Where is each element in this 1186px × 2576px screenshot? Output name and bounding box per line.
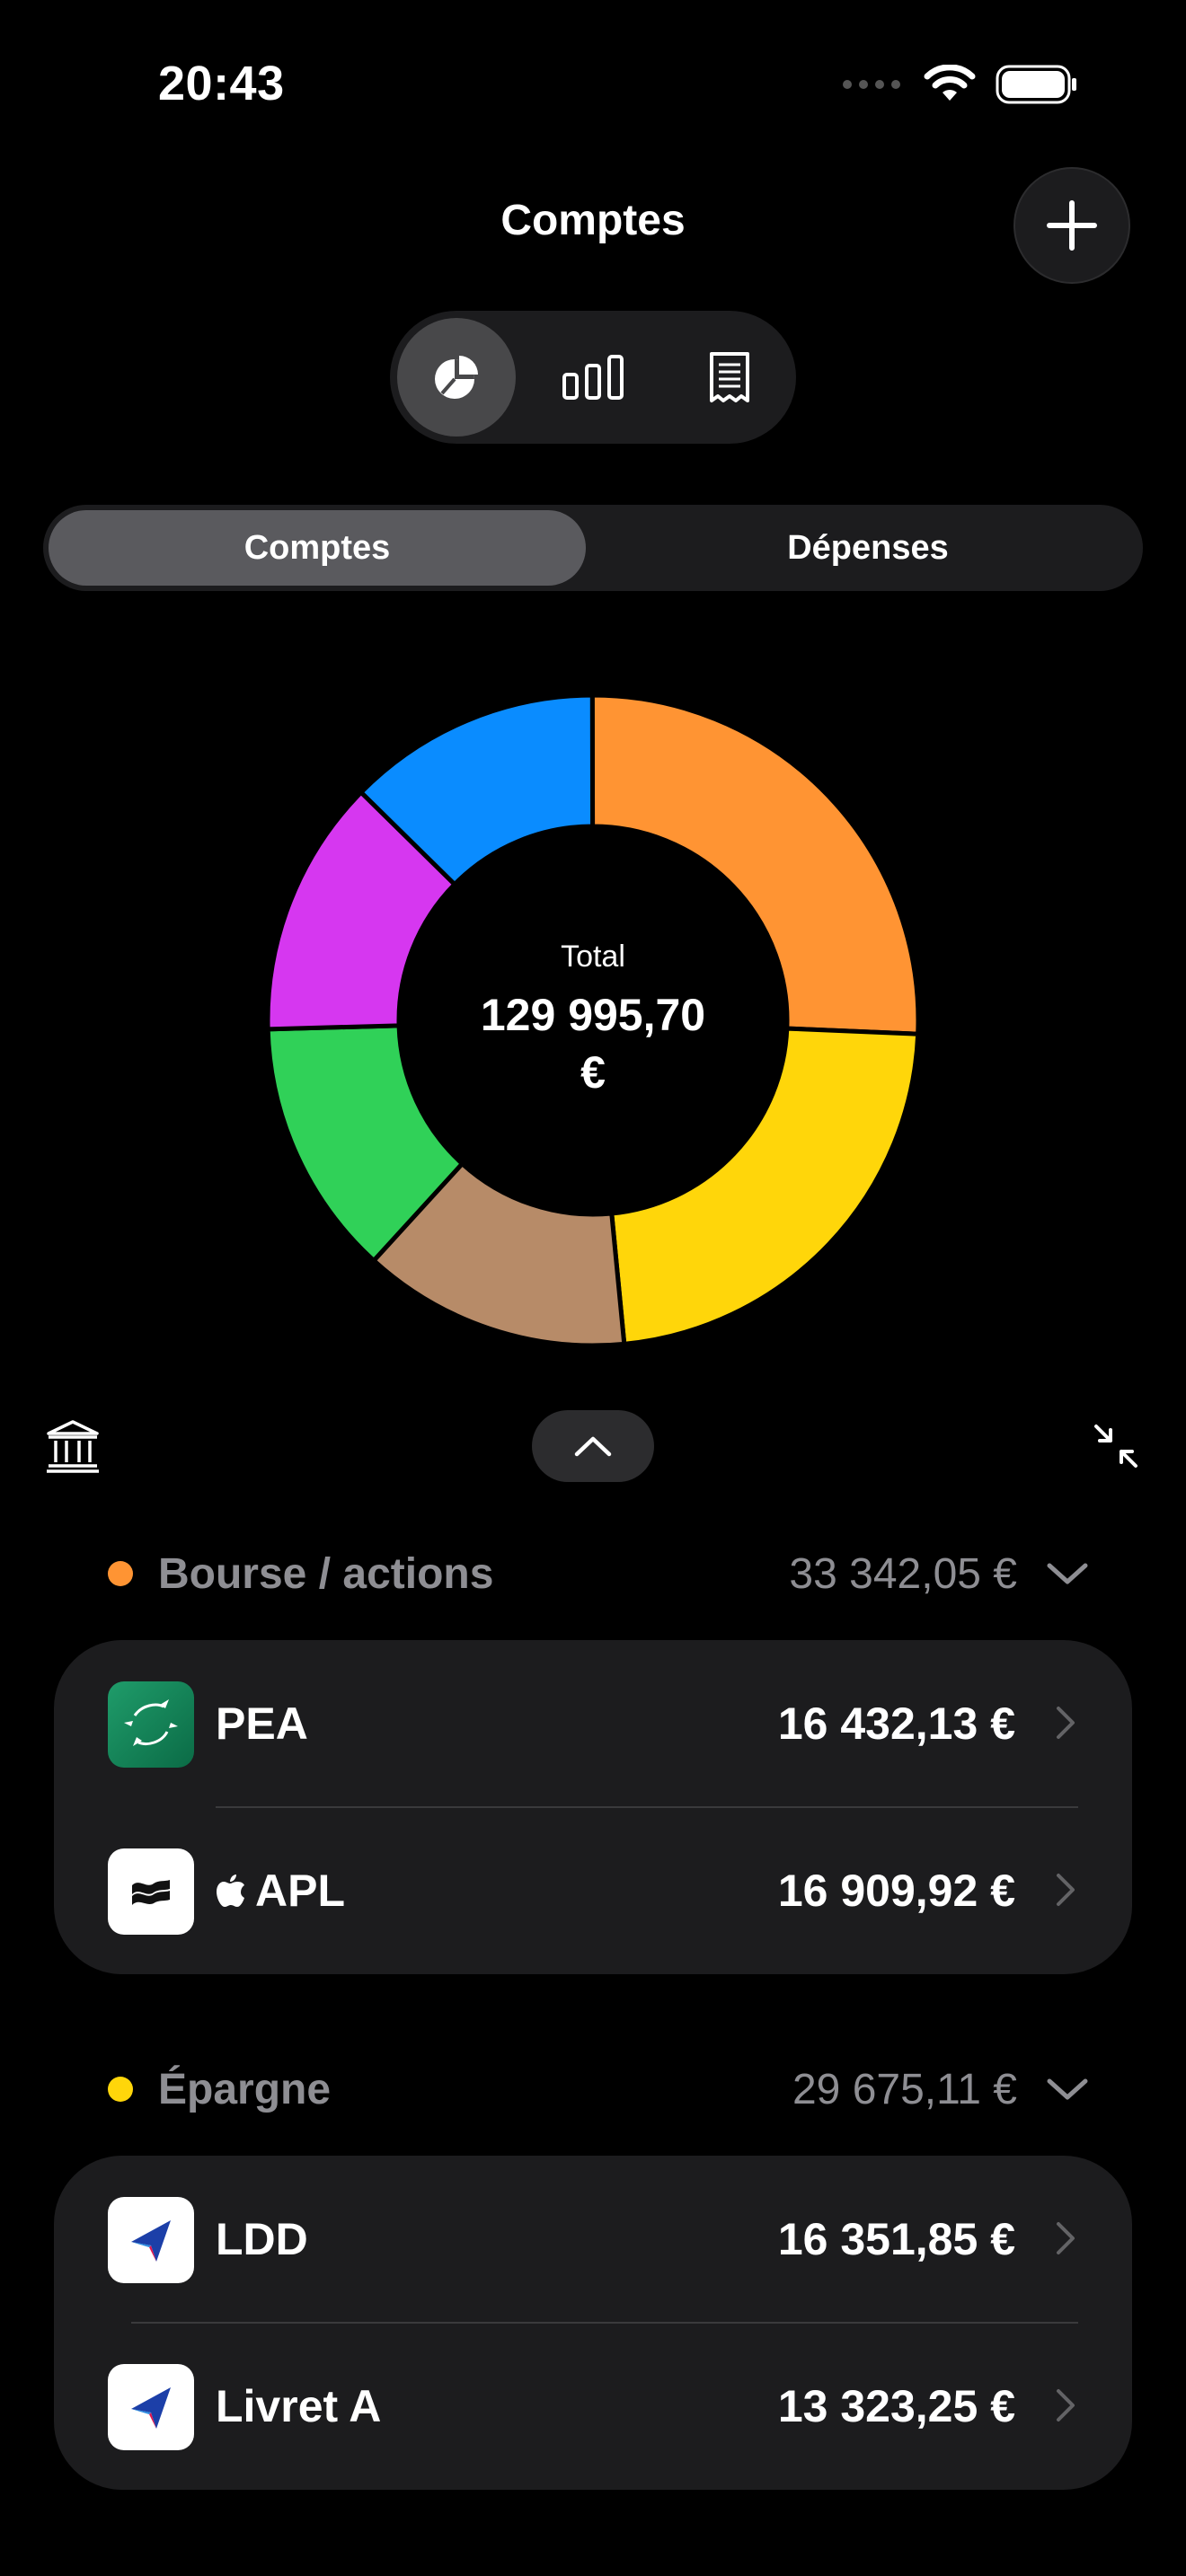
tab-depenses[interactable]: Dépenses (598, 510, 1137, 586)
bank-arrow-logo (108, 2197, 194, 2283)
account-row-ldd[interactable]: LDD 16 351,85 € (54, 2156, 1132, 2323)
group-total: 29 675,11 € (792, 2065, 1017, 2113)
collapse-chart-button[interactable] (532, 1410, 654, 1482)
chevron-down-icon (1047, 2078, 1088, 2100)
chevron-down-icon (1047, 1563, 1088, 1584)
status-time: 20:43 (158, 57, 285, 110)
donut-slice-1[interactable] (589, 693, 920, 1037)
account-name: APL (255, 1866, 345, 1916)
account-name: PEA (216, 1698, 308, 1749)
wifi-icon (924, 65, 976, 101)
bnp-paribas-logo (108, 1681, 194, 1768)
bar-chart-icon (562, 355, 624, 400)
apple-icon (217, 1875, 244, 1907)
collapse-all-icon[interactable] (1093, 1423, 1139, 1474)
account-amount: 13 323,25 € (777, 2381, 1015, 2431)
account-name: Livret A (216, 2381, 382, 2431)
total-label: Total (561, 940, 625, 974)
chevron-right-icon (1057, 1874, 1075, 1906)
broker-logo (108, 1848, 194, 1935)
bank-arrow-logo (108, 2364, 194, 2450)
group-total: 33 342,05 € (789, 1549, 1017, 1598)
account-amount: 16 432,13 € (777, 1698, 1015, 1749)
view-switcher (390, 311, 796, 444)
bank-icon[interactable] (45, 1419, 101, 1479)
total-value: 129 995,70 € (480, 990, 706, 1098)
group-header-epargne[interactable]: Épargne 29 675,11 € (108, 2062, 1089, 2116)
tab-comptes[interactable]: Comptes (49, 510, 586, 586)
battery-icon (996, 65, 1076, 104)
pie-view-button[interactable] (397, 318, 516, 437)
account-name-group: APL (216, 1865, 345, 1917)
page-title: Comptes (500, 197, 686, 244)
plus-icon (1047, 200, 1097, 251)
account-name: LDD (216, 2214, 308, 2264)
pie-chart-icon (435, 356, 478, 399)
account-amount: 16 909,92 € (777, 1866, 1015, 1916)
account-row-livret-a[interactable]: Livret A 13 323,25 € (54, 2323, 1132, 2490)
receipt-icon (710, 352, 749, 402)
group-color-dot (108, 2077, 133, 2102)
list-view-button[interactable] (670, 318, 789, 437)
group-header-bourse[interactable]: Bourse / actions 33 342,05 € (108, 1547, 1089, 1601)
chevron-right-icon (1057, 1707, 1075, 1739)
status-icons (841, 65, 1078, 104)
chevron-right-icon (1057, 2389, 1075, 2422)
chevron-right-icon (1057, 2222, 1075, 2254)
account-amount: 16 351,85 € (777, 2214, 1015, 2264)
account-card-bourse: PEA 16 432,13 € APL 16 909,92 € (54, 1640, 1132, 1974)
chevron-up-icon (574, 1436, 612, 1457)
account-card-epargne: LDD 16 351,85 € Livret A 13 323,25 € (54, 2156, 1132, 2490)
group-label: Épargne (158, 2065, 332, 2113)
account-row-apl[interactable]: APL 16 909,92 € (54, 1807, 1132, 1974)
segmented-control: Comptes Dépenses (43, 505, 1143, 591)
bar-view-button[interactable] (534, 318, 652, 437)
group-label: Bourse / actions (158, 1549, 494, 1598)
group-color-dot (108, 1561, 133, 1586)
account-row-pea[interactable]: PEA 16 432,13 € (54, 1640, 1132, 1807)
add-account-button[interactable] (1013, 167, 1130, 284)
cellular-icon (843, 80, 900, 89)
